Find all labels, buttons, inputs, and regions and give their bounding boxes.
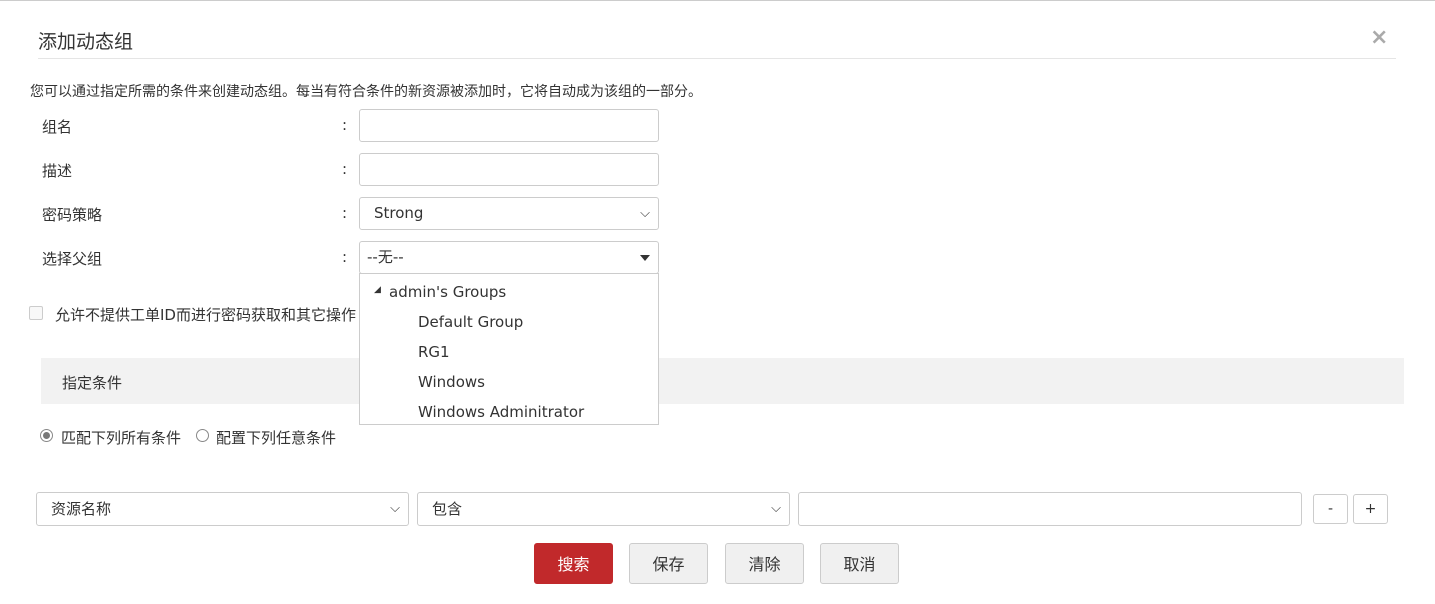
password-policy-select[interactable]: Strong ⌵ bbox=[359, 197, 659, 230]
criteria-header bbox=[41, 358, 1404, 404]
criteria-operator-value: 包含 bbox=[432, 500, 463, 518]
colon: : bbox=[342, 116, 348, 134]
criteria-field-value: 资源名称 bbox=[51, 500, 112, 518]
dialog-description: 您可以通过指定所需的条件来创建动态组。每当有符合条件的新资源被添加时，它将自动成… bbox=[30, 84, 702, 100]
colon: : bbox=[342, 204, 348, 222]
criteria-header-label: 指定条件 bbox=[62, 374, 123, 392]
parent-group-dropdown: ◢ admin's Groups Default Group RG1 Windo… bbox=[359, 273, 659, 425]
caret-down-icon bbox=[640, 255, 650, 261]
search-button[interactable]: 搜索 bbox=[534, 543, 613, 584]
tree-item[interactable]: Windows Adminitrator bbox=[418, 403, 584, 421]
dialog-title: 添加动态组 bbox=[38, 31, 134, 53]
match-all-label: 匹配下列所有条件 bbox=[61, 429, 182, 447]
match-any-radio[interactable] bbox=[196, 429, 209, 442]
parent-group-value: --无-- bbox=[367, 248, 404, 266]
tree-expand-icon[interactable]: ◢ bbox=[374, 285, 381, 295]
criteria-field-select[interactable]: 资源名称 ⌵ bbox=[36, 492, 409, 526]
group-name-input[interactable] bbox=[359, 109, 659, 142]
parent-group-label: 选择父组 bbox=[42, 250, 103, 268]
tree-root-admins-groups[interactable]: admin's Groups bbox=[389, 283, 506, 301]
parent-group-select[interactable]: --无-- bbox=[359, 241, 659, 274]
allow-no-ticket-checkbox[interactable] bbox=[29, 306, 43, 320]
colon: : bbox=[342, 160, 348, 178]
password-policy-value: Strong bbox=[374, 204, 424, 222]
match-all-radio[interactable] bbox=[40, 429, 53, 442]
clear-button[interactable]: 清除 bbox=[725, 543, 804, 584]
cancel-button[interactable]: 取消 bbox=[820, 543, 899, 584]
description-input[interactable] bbox=[359, 153, 659, 186]
allow-no-ticket-label: 允许不提供工单ID而进行密码获取和其它操作 bbox=[55, 306, 356, 324]
match-any-label: 配置下列任意条件 bbox=[216, 429, 337, 447]
remove-criteria-button[interactable]: - bbox=[1313, 494, 1348, 524]
close-icon[interactable]: × bbox=[1370, 25, 1388, 50]
tree-item[interactable]: Windows bbox=[418, 373, 485, 391]
colon: : bbox=[342, 248, 348, 266]
password-policy-label: 密码策略 bbox=[42, 206, 103, 224]
chevron-down-icon: ⌵ bbox=[771, 501, 781, 516]
tree-item[interactable]: RG1 bbox=[418, 343, 450, 361]
tree-item[interactable]: Default Group bbox=[418, 313, 523, 331]
criteria-operator-select[interactable]: 包含 ⌵ bbox=[417, 492, 790, 526]
divider bbox=[38, 58, 1396, 59]
add-criteria-button[interactable]: + bbox=[1353, 494, 1388, 524]
save-button[interactable]: 保存 bbox=[629, 543, 708, 584]
description-label: 描述 bbox=[42, 162, 73, 180]
group-name-label: 组名 bbox=[42, 118, 73, 136]
criteria-value-input[interactable] bbox=[798, 492, 1302, 526]
chevron-down-icon: ⌵ bbox=[640, 206, 650, 221]
chevron-down-icon: ⌵ bbox=[390, 501, 400, 516]
